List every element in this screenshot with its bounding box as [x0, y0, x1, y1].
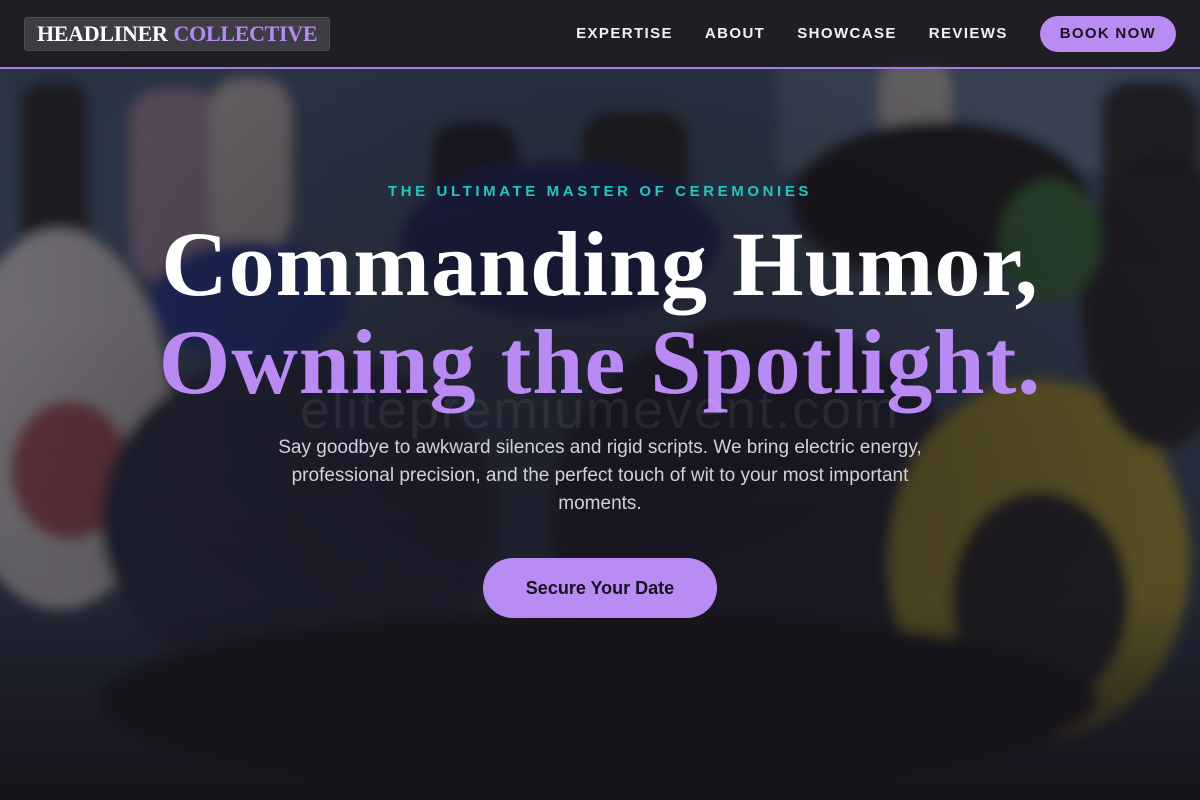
site-logo[interactable]: HEADLINER COLLECTIVE: [24, 16, 331, 51]
nav-link-reviews[interactable]: REVIEWS: [929, 25, 1008, 42]
site-header: HEADLINER COLLECTIVE EXPERTISE ABOUT SHO…: [0, 0, 1200, 69]
headline-line-1: Commanding Humor,: [161, 213, 1039, 315]
main-nav: EXPERTISE ABOUT SHOWCASE REVIEWS BOOK NO…: [544, 15, 1176, 52]
book-now-button[interactable]: BOOK NOW: [1039, 15, 1176, 52]
logo-word-collective: COLLECTIVE: [173, 20, 318, 46]
secure-date-button[interactable]: Secure Your Date: [483, 558, 717, 618]
hero-section: THE ULTIMATE MASTER OF CEREMONIES Comman…: [0, 69, 1200, 800]
logo-word-headliner: HEADLINER: [37, 20, 168, 46]
nav-link-expertise[interactable]: EXPERTISE: [576, 25, 673, 42]
hero-subtext: Say goodbye to awkward silences and rigi…: [278, 437, 922, 514]
nav-link-about[interactable]: ABOUT: [705, 25, 765, 42]
watermark-text: elitepremiumevent.com: [299, 380, 901, 440]
hero-eyebrow: THE ULTIMATE MASTER OF CEREMONIES: [387, 183, 813, 200]
nav-link-showcase[interactable]: SHOWCASE: [797, 25, 897, 42]
